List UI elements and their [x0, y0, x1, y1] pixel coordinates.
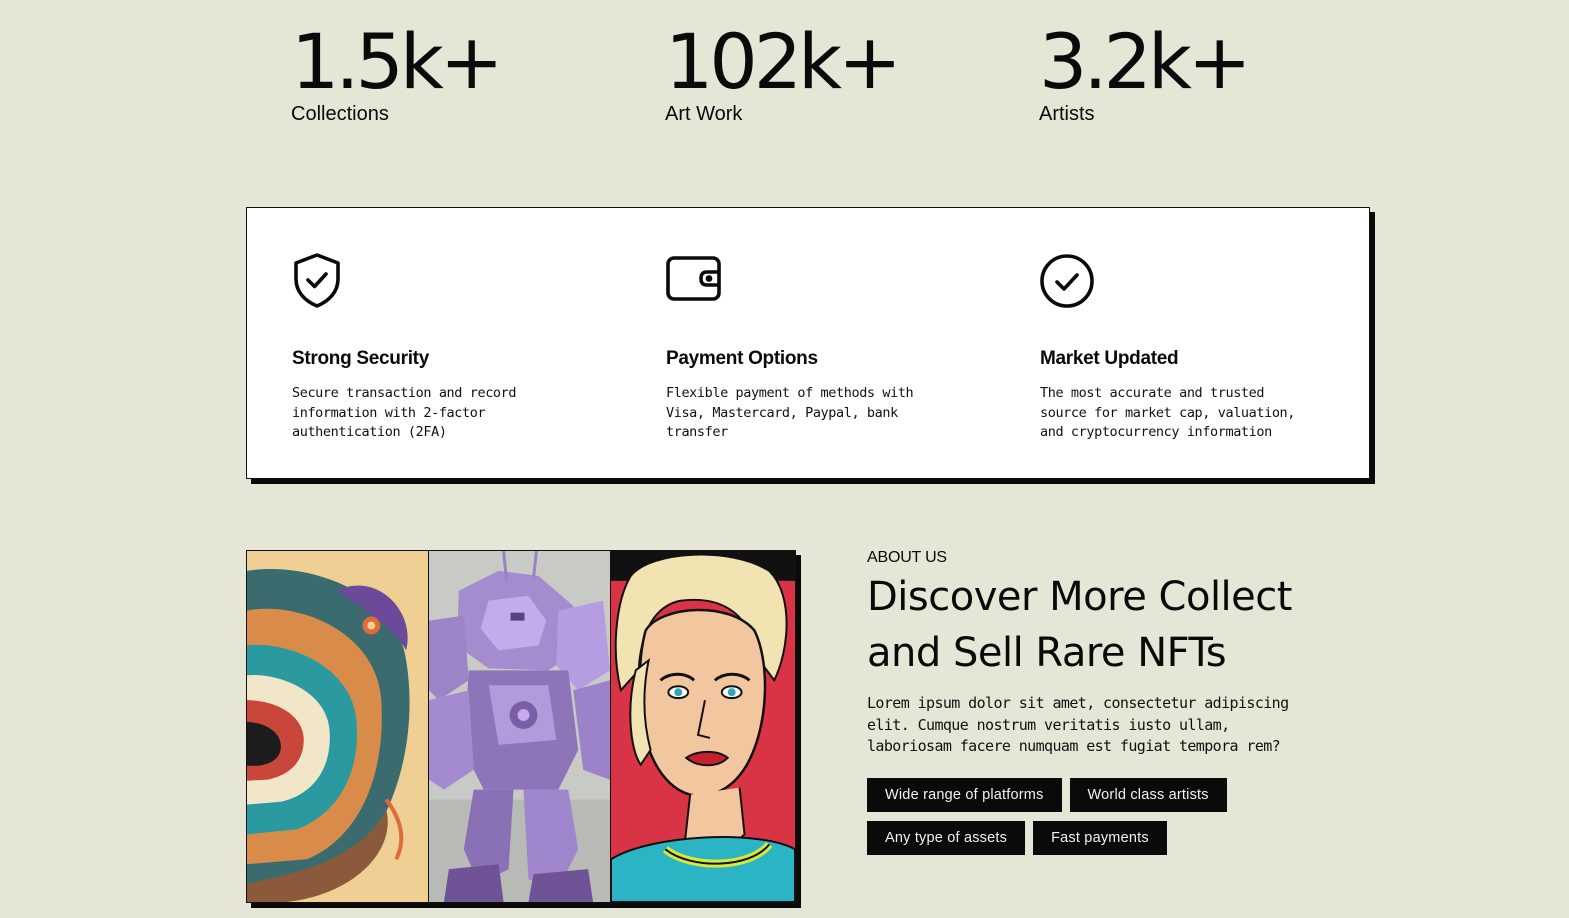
feature-tags: Wide range of platforms World class arti… — [867, 777, 1307, 855]
stats-row: 1.5k+ Collections 102k+ Art Work 3.2k+ A… — [291, 18, 1411, 130]
feature-payment: Payment Options Flexible payment of meth… — [666, 252, 966, 443]
tag-payments[interactable]: Fast payments — [1033, 820, 1167, 855]
check-circle-icon — [1040, 252, 1096, 312]
feature-title: Strong Security — [292, 348, 429, 369]
feature-description: Secure transaction and record informatio… — [292, 385, 517, 440]
purple-robot-art[interactable] — [429, 551, 611, 902]
stat-value: 1.5k+ — [291, 17, 504, 106]
about-eyebrow: ABOUT US — [867, 549, 947, 566]
feature-description: The most accurate and trusted source for… — [1040, 385, 1296, 440]
tag-artists[interactable]: World class artists — [1069, 777, 1227, 812]
stat-label: Art Work — [665, 103, 743, 125]
stat-label: Artists — [1039, 103, 1095, 125]
tag-platforms[interactable]: Wide range of platforms — [867, 777, 1062, 812]
stat-label: Collections — [291, 103, 389, 125]
tag-assets[interactable]: Any type of assets — [867, 820, 1026, 855]
stat-artwork: 102k+ Art Work — [665, 17, 902, 125]
stat-value: 3.2k+ — [1039, 17, 1252, 106]
stat-value: 102k+ — [665, 17, 902, 106]
feature-market: Market Updated The most accurate and tru… — [1040, 252, 1340, 443]
feature-title: Market Updated — [1040, 348, 1179, 369]
features-card: Strong Security Secure transaction and r… — [246, 207, 1370, 479]
wallet-icon — [666, 252, 722, 312]
stat-artists: 3.2k+ Artists — [1039, 17, 1252, 125]
page: 1.5k+ Collections 102k+ Art Work 3.2k+ A… — [0, 0, 1569, 918]
nft-gallery — [246, 550, 796, 903]
pop-art-woman[interactable] — [611, 551, 795, 902]
about-title: Discover More Collect and Sell Rare NFTs — [867, 574, 1292, 676]
stat-collections: 1.5k+ Collections — [291, 17, 504, 125]
feature-title: Payment Options — [666, 348, 818, 369]
feature-security: Strong Security Secure transaction and r… — [292, 252, 592, 443]
feature-description: Flexible payment of methods with Visa, M… — [666, 385, 914, 440]
about-section: ABOUT US Discover More Collect and Sell … — [867, 549, 1327, 855]
abstract-swirl-art[interactable] — [247, 551, 429, 902]
about-body: Lorem ipsum dolor sit amet, consectetur … — [867, 694, 1289, 755]
shield-check-icon — [292, 252, 348, 312]
